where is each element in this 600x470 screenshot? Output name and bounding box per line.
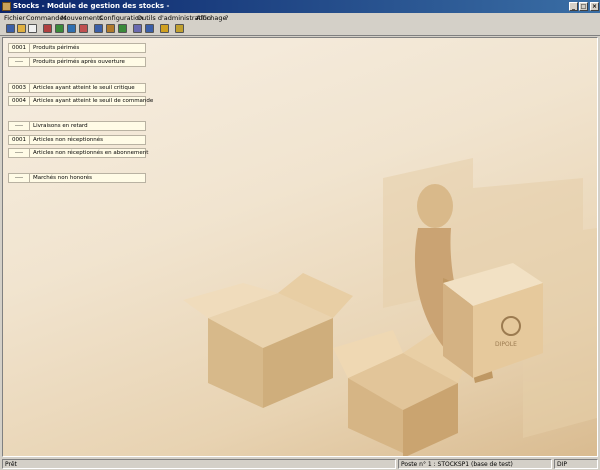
alert-label: Produits périmés après ouverture xyxy=(33,59,125,65)
table-icon[interactable] xyxy=(145,24,154,33)
list-icon[interactable] xyxy=(43,24,52,33)
alert-count: ---- xyxy=(9,122,30,130)
title-bar: Stocks - Module de gestion des stocks - … xyxy=(0,0,600,13)
maximize-button[interactable]: □ xyxy=(579,2,588,11)
alert-count: 0001 xyxy=(9,136,30,144)
app-icon[interactable] xyxy=(2,2,11,11)
open-folder-icon[interactable] xyxy=(17,24,26,33)
alert-label: Livraisons en retard xyxy=(33,123,88,129)
alert-panel-non-receptionnes-abonnement[interactable]: ---- Articles non réceptionnés en abonne… xyxy=(8,148,149,158)
menu-mouvements[interactable]: Mouvements xyxy=(61,13,103,23)
logo-text: DIPOLE xyxy=(495,341,517,348)
alert-label: Articles ayant atteint le seuil de comma… xyxy=(33,98,154,104)
book-icon[interactable] xyxy=(106,24,115,33)
alert-panel-seuil-commande[interactable]: 0004 Articles ayant atteint le seuil de … xyxy=(8,96,153,106)
alert-panel-perimes-apres-ouverture[interactable]: ---- Produits périmés après ouverture xyxy=(8,57,146,67)
main-client-area: DIPOLE 0001 Produits périmés ---- Produi… xyxy=(2,37,598,457)
alert-panel-seuil-critique[interactable]: 0003 Articles ayant atteint le seuil cri… xyxy=(8,83,146,93)
close-button[interactable]: × xyxy=(590,2,599,11)
minimize-button[interactable]: _ xyxy=(569,2,578,11)
status-user: DIP xyxy=(554,459,598,469)
menu-affichage[interactable]: Affichage xyxy=(196,13,227,23)
alert-label: Articles non réceptionnés xyxy=(33,137,104,143)
calculator-icon[interactable] xyxy=(67,24,76,33)
menu-help[interactable]: ? xyxy=(225,13,228,23)
window-title: Stocks - Module de gestion des stocks - xyxy=(13,2,170,10)
status-station: Poste n° 1 : STOCKSP1 (base de test) xyxy=(398,459,552,469)
toolbar xyxy=(0,23,600,36)
info-icon[interactable] xyxy=(6,24,15,33)
alert-count: ---- xyxy=(9,174,30,182)
alert-count: ---- xyxy=(9,149,30,157)
window-icon[interactable] xyxy=(94,24,103,33)
chart-icon[interactable] xyxy=(79,24,88,33)
alert-count: 0004 xyxy=(9,97,30,105)
alert-label: Produits périmés xyxy=(33,45,80,51)
alert-panel-produits-perimes[interactable]: 0001 Produits périmés xyxy=(8,43,146,53)
document-icon[interactable] xyxy=(28,24,37,33)
grid-icon[interactable] xyxy=(55,24,64,33)
tools-icon[interactable] xyxy=(175,24,184,33)
alert-panel-non-receptionnes[interactable]: 0001 Articles non réceptionnés xyxy=(8,135,146,145)
status-bar: Prêt Poste n° 1 : STOCKSP1 (base de test… xyxy=(0,458,600,470)
menu-bar: Fichier Commandes Mouvements Configurati… xyxy=(0,13,600,23)
tag-icon[interactable] xyxy=(118,24,127,33)
menu-fichier[interactable]: Fichier xyxy=(4,13,25,23)
alert-count: ---- xyxy=(9,58,30,66)
status-message: Prêt xyxy=(2,459,396,469)
box-left xyxy=(183,273,353,408)
alert-panel-livraisons-retard[interactable]: ---- Livraisons en retard xyxy=(8,121,146,131)
alert-label: Articles ayant atteint le seuil critique xyxy=(33,85,135,91)
report-icon[interactable] xyxy=(133,24,142,33)
alert-label: Marchés non honorés xyxy=(33,175,92,181)
alert-count: 0001 xyxy=(9,44,30,52)
alert-panel-marches-non-honores[interactable]: ---- Marchés non honorés xyxy=(8,173,146,183)
alert-label: Articles non réceptionnés en abonnement xyxy=(33,150,149,156)
alert-count: 0003 xyxy=(9,84,30,92)
bell-icon[interactable] xyxy=(160,24,169,33)
